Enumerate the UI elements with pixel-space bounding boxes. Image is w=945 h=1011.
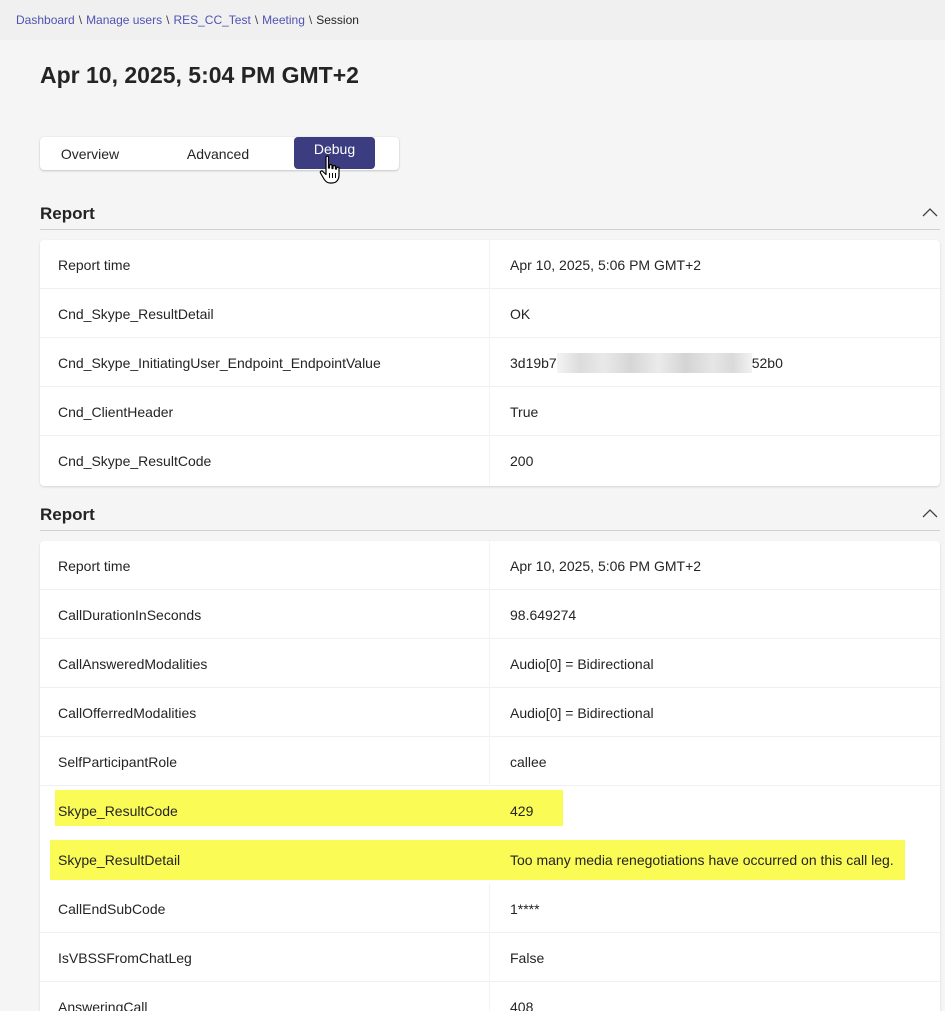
table-row: CallOfferredModalities Audio[0] = Bidire… — [40, 688, 940, 737]
row-key: Cnd_Skype_ResultCode — [58, 452, 212, 469]
row-divider — [489, 338, 490, 387]
redacted-blur — [556, 352, 752, 373]
row-divider — [489, 982, 490, 1011]
row-divider — [489, 639, 490, 688]
row-value: 98.649274 — [510, 606, 577, 623]
table-row: Cnd_Skype_ResultCode 200 — [40, 436, 940, 485]
row-key: SelfParticipantRole — [58, 753, 178, 770]
row-key: AnsweringCall — [58, 998, 148, 1011]
row-divider — [489, 240, 490, 289]
endpoint-value-start: 3d19b7 — [510, 354, 557, 371]
table-row: CallAnsweredModalities Audio[0] = Bidire… — [40, 639, 940, 688]
report-section-header[interactable]: Report — [40, 501, 940, 531]
row-key: Skype_ResultDetail — [58, 851, 181, 868]
row-divider — [489, 688, 490, 737]
table-row: AnsweringCall 408 — [40, 982, 940, 1011]
table-row: CallDurationInSeconds 98.649274 — [40, 590, 940, 639]
table-row: Cnd_ClientHeader True — [40, 387, 940, 436]
breadcrumb-separator: \ — [78, 13, 83, 27]
row-key: Skype_ResultCode — [58, 802, 178, 819]
report-section-header[interactable]: Report — [40, 200, 940, 230]
table-row: CallEndSubCode 1**** — [40, 884, 940, 933]
row-divider — [489, 387, 490, 436]
row-divider — [489, 933, 490, 982]
row-divider — [489, 737, 490, 786]
tab-list: Overview Advanced Debug — [40, 137, 399, 170]
row-value: Audio[0] = Bidirectional — [510, 655, 654, 672]
section-title: Report — [40, 505, 95, 524]
row-divider — [489, 590, 490, 639]
breadcrumb-dashboard[interactable]: Dashboard — [16, 13, 75, 27]
row-divider — [489, 884, 490, 933]
row-value: True — [510, 403, 539, 420]
endpoint-value-end: 52b0 — [751, 354, 783, 371]
chevron-up-icon[interactable] — [922, 507, 938, 519]
row-divider — [489, 541, 490, 590]
row-value: 408 — [510, 998, 534, 1011]
row-key: IsVBSSFromChatLeg — [58, 949, 192, 966]
row-value: Apr 10, 2025, 5:06 PM GMT+2 — [510, 557, 702, 574]
report-table: Report time Apr 10, 2025, 5:06 PM GMT+2 … — [40, 541, 940, 1011]
table-row: Report time Apr 10, 2025, 5:06 PM GMT+2 — [40, 541, 940, 590]
row-key: CallEndSubCode — [58, 900, 166, 917]
row-value: Too many media renegotiations have occur… — [510, 851, 894, 868]
row-key: Cnd_Skype_InitiatingUser_Endpoint_Endpoi… — [58, 354, 381, 371]
table-row: SelfParticipantRole callee — [40, 737, 940, 786]
tab-advanced[interactable]: Advanced — [168, 137, 268, 170]
chevron-up-icon[interactable] — [922, 206, 938, 218]
breadcrumb-separator: \ — [166, 13, 170, 27]
row-value: False — [510, 949, 545, 966]
row-divider — [489, 289, 490, 338]
hand-cursor-icon — [319, 155, 340, 184]
row-value: callee — [510, 753, 547, 770]
row-value: 200 — [510, 452, 534, 469]
table-row: Cnd_Skype_InitiatingUser_Endpoint_Endpoi… — [40, 338, 940, 387]
row-key: Report time — [58, 256, 131, 273]
table-row: Report time Apr 10, 2025, 5:06 PM GMT+2 — [40, 240, 940, 289]
table-row: Skype_ResultDetail Too many media renego… — [40, 835, 940, 884]
table-row: Cnd_Skype_ResultDetail OK — [40, 289, 940, 338]
breadcrumb-user[interactable]: RES_CC_Test — [173, 13, 250, 27]
row-divider — [489, 436, 490, 485]
row-key: Cnd_ClientHeader — [58, 403, 174, 420]
table-row: Skype_ResultCode 429 — [40, 786, 940, 835]
breadcrumb-meeting[interactable]: Meeting — [262, 13, 305, 27]
section-title: Report — [40, 204, 95, 223]
breadcrumb-current: Session — [316, 13, 359, 27]
row-value: 3d19b7 52b0 — [510, 338, 783, 387]
breadcrumb-manage-users[interactable]: Manage users — [86, 13, 162, 27]
row-key: CallAnsweredModalities — [58, 655, 208, 672]
row-value: OK — [510, 305, 531, 322]
breadcrumb: Dashboard \ Manage users \ RES_CC_Test \… — [0, 0, 945, 40]
row-key: Cnd_Skype_ResultDetail — [58, 305, 214, 322]
page-title: Apr 10, 2025, 5:04 PM GMT+2 — [40, 62, 359, 88]
tab-overview[interactable]: Overview — [40, 137, 140, 170]
row-value: 1**** — [510, 900, 540, 917]
breadcrumb-separator: \ — [308, 13, 313, 27]
table-row: IsVBSSFromChatLeg False — [40, 933, 940, 982]
row-value: 429 — [510, 802, 534, 819]
row-value: Apr 10, 2025, 5:06 PM GMT+2 — [510, 256, 702, 273]
breadcrumb-separator: \ — [254, 13, 259, 27]
report-table: Report time Apr 10, 2025, 5:06 PM GMT+2 … — [40, 240, 940, 486]
row-value: Audio[0] = Bidirectional — [510, 704, 654, 721]
row-key: CallOfferredModalities — [58, 704, 197, 721]
row-key: CallDurationInSeconds — [58, 606, 202, 623]
row-key: Report time — [58, 557, 131, 574]
